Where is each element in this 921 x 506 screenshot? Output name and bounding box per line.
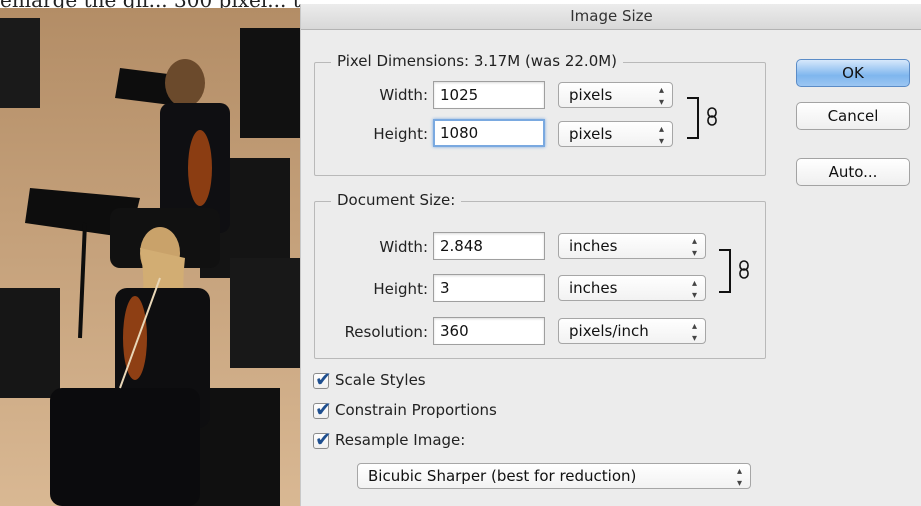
checkmark-icon: ✔: [315, 367, 332, 391]
constrain-proportions-label: Constrain Proportions: [335, 401, 497, 419]
checkmark-icon: ✔: [315, 397, 332, 421]
resample-method-label: Bicubic Sharper (best for reduction): [368, 467, 637, 485]
image-size-dialog: Image Size Pixel Dimensions: 3.17M (was …: [300, 4, 921, 506]
up-down-arrows-icon: ▴ ▾: [691, 236, 697, 259]
pixel-height-unit-select[interactable]: pixels ▴ ▾: [558, 121, 673, 147]
doc-width-label: Width:: [379, 238, 428, 256]
pixel-width-label: Width:: [379, 86, 428, 104]
checkmark-icon: ✔: [315, 427, 332, 451]
pixel-width-unit-select[interactable]: pixels ▴ ▾: [558, 82, 673, 108]
scale-styles-checkbox[interactable]: ✔: [313, 367, 332, 391]
up-down-arrows-icon: ▴ ▾: [658, 85, 664, 108]
doc-height-unit-select[interactable]: inches ▴ ▾: [558, 275, 706, 301]
constrain-proportions-checkbox[interactable]: ✔: [313, 397, 332, 421]
doc-width-unit-label: inches: [569, 237, 618, 255]
dialog-title: Image Size: [301, 4, 921, 30]
doc-height-field[interactable]: 3: [433, 274, 545, 302]
doc-height-label: Height:: [373, 280, 428, 298]
pixel-height-field[interactable]: 1080: [433, 119, 545, 147]
up-down-arrows-icon: ▴ ▾: [658, 124, 664, 147]
doc-width-field[interactable]: 2.848: [433, 232, 545, 260]
pixel-width-field[interactable]: 1025: [433, 81, 545, 109]
document-size-legend: Document Size:: [331, 191, 462, 209]
resolution-label: Resolution:: [344, 323, 428, 341]
document-size-group: Document Size: Width: 2.848 inches ▴ ▾ He…: [314, 191, 766, 359]
preview-photo: [0, 8, 300, 506]
up-down-arrows-icon: ▴ ▾: [736, 466, 742, 489]
resample-image-label: Resample Image:: [335, 431, 466, 449]
pixel-dimensions-legend: Pixel Dimensions: 3.17M (was 22.0M): [331, 52, 624, 70]
up-down-arrows-icon: ▴ ▾: [691, 321, 697, 344]
doc-constrain-bracket: [719, 249, 731, 293]
link-chain-icon: [707, 107, 717, 126]
cancel-button[interactable]: Cancel: [796, 102, 910, 130]
up-down-arrows-icon: ▴ ▾: [691, 278, 697, 301]
resolution-field[interactable]: 360: [433, 317, 545, 345]
resample-method-select[interactable]: Bicubic Sharper (best for reduction) ▴ ▾: [357, 463, 751, 489]
doc-width-unit-select[interactable]: inches ▴ ▾: [558, 233, 706, 259]
resolution-unit-select[interactable]: pixels/inch ▴ ▾: [558, 318, 706, 344]
pixel-dimensions-group: Pixel Dimensions: 3.17M (was 22.0M) Widt…: [314, 52, 766, 176]
ok-button[interactable]: OK: [796, 59, 910, 87]
doc-height-unit-label: inches: [569, 279, 618, 297]
link-chain-icon: [739, 260, 749, 279]
pixel-height-label: Height:: [373, 125, 428, 143]
resolution-unit-label: pixels/inch: [569, 322, 649, 340]
pixel-constrain-bracket: [687, 97, 699, 139]
pixel-height-unit-label: pixels: [569, 125, 613, 143]
auto-button[interactable]: Auto...: [796, 158, 910, 186]
pixel-width-unit-label: pixels: [569, 86, 613, 104]
scale-styles-label: Scale Styles: [335, 371, 426, 389]
resample-image-checkbox[interactable]: ✔: [313, 427, 332, 451]
